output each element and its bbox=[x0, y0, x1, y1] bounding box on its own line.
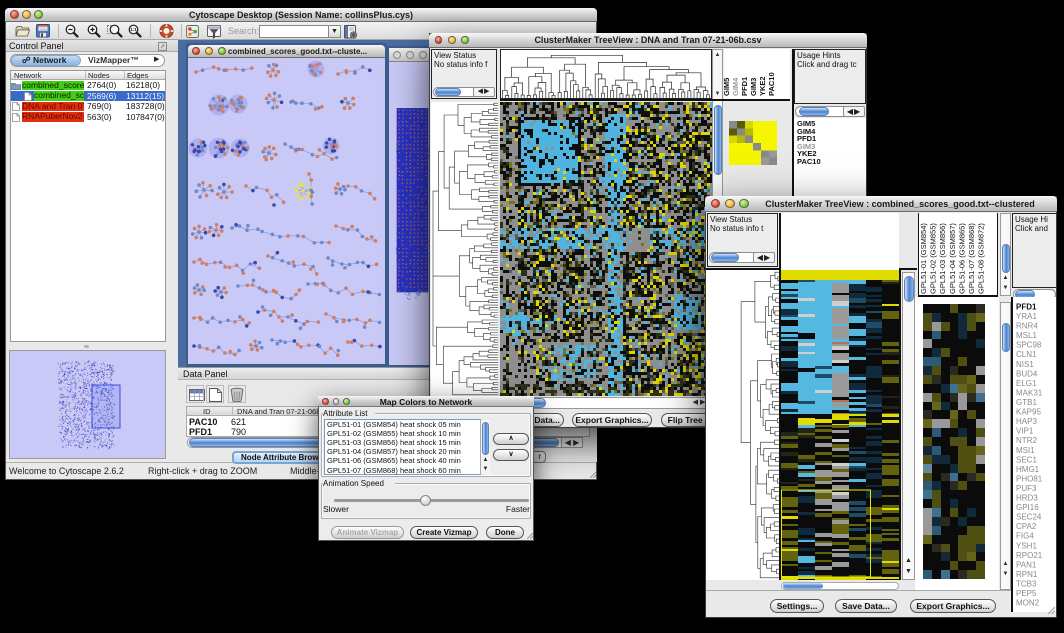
svg-text:HAP3: HAP3 bbox=[1016, 417, 1037, 426]
svg-text:GPL51-06 (GSM865): GPL51-06 (GSM865) bbox=[957, 223, 966, 294]
svg-text:CPA2: CPA2 bbox=[1016, 522, 1037, 531]
svg-text:MSI1: MSI1 bbox=[1016, 446, 1035, 455]
svg-text:RPN1: RPN1 bbox=[1016, 570, 1038, 579]
svg-text:GPL51-07 (GSM868): GPL51-07 (GSM868) bbox=[967, 223, 976, 294]
svg-text:RPO21: RPO21 bbox=[1016, 551, 1043, 560]
svg-text:RNR4: RNR4 bbox=[1016, 322, 1038, 331]
svg-text:HRD3: HRD3 bbox=[1016, 494, 1038, 503]
svg-text:GTB1: GTB1 bbox=[1016, 398, 1037, 407]
svg-text:MAK31: MAK31 bbox=[1016, 389, 1043, 398]
svg-text:FIG4: FIG4 bbox=[1016, 532, 1034, 541]
svg-text:GPI16: GPI16 bbox=[1016, 503, 1039, 512]
svg-text:CLN1: CLN1 bbox=[1016, 350, 1037, 359]
svg-text:PAC10: PAC10 bbox=[767, 72, 776, 96]
svg-text:MSL1: MSL1 bbox=[1016, 331, 1037, 340]
svg-text:PFD1: PFD1 bbox=[1016, 303, 1037, 312]
svg-text:SPC98: SPC98 bbox=[1016, 341, 1042, 350]
svg-text:PFD1: PFD1 bbox=[740, 77, 749, 96]
svg-text:HMG1: HMG1 bbox=[1016, 465, 1040, 474]
svg-text:SEC1: SEC1 bbox=[1016, 455, 1037, 464]
svg-text:GPL51-02 (GSM855): GPL51-02 (GSM855) bbox=[929, 223, 938, 294]
svg-text:TCB3: TCB3 bbox=[1016, 580, 1037, 589]
svg-text:BUD4: BUD4 bbox=[1016, 369, 1038, 378]
svg-text:GIM5: GIM5 bbox=[724, 78, 731, 96]
svg-text:GIM3: GIM3 bbox=[749, 78, 758, 96]
svg-text:ELG1: ELG1 bbox=[1016, 379, 1037, 388]
svg-text:SEC24: SEC24 bbox=[1016, 513, 1042, 522]
svg-text:NTR2: NTR2 bbox=[1016, 436, 1037, 445]
svg-text:GIM4: GIM4 bbox=[731, 77, 740, 96]
svg-text:KAP95: KAP95 bbox=[1016, 408, 1041, 417]
svg-text:PUF3: PUF3 bbox=[1016, 484, 1037, 493]
svg-text:PEP5: PEP5 bbox=[1016, 589, 1037, 598]
svg-text:MON2: MON2 bbox=[1016, 599, 1040, 608]
svg-text:YSH1: YSH1 bbox=[1016, 541, 1037, 550]
svg-text:PAN1: PAN1 bbox=[1016, 560, 1037, 569]
svg-text:GPL51-03 (GSM856): GPL51-03 (GSM856) bbox=[938, 223, 947, 294]
svg-text:NIS1: NIS1 bbox=[1016, 360, 1034, 369]
svg-text:PHO81: PHO81 bbox=[1016, 474, 1043, 483]
svg-text:YRA1: YRA1 bbox=[1016, 312, 1037, 321]
svg-text:1:1: 1:1 bbox=[130, 27, 137, 32]
svg-text:GPL51-04 (GSM857): GPL51-04 (GSM857) bbox=[948, 223, 957, 294]
svg-text:GPL51-08 (GSM872): GPL51-08 (GSM872) bbox=[977, 223, 986, 294]
svg-text:YKE2: YKE2 bbox=[758, 76, 767, 96]
svg-text:VIP1: VIP1 bbox=[1016, 427, 1034, 436]
svg-text:GPL51-01 (GSM854): GPL51-01 (GSM854) bbox=[919, 223, 928, 294]
